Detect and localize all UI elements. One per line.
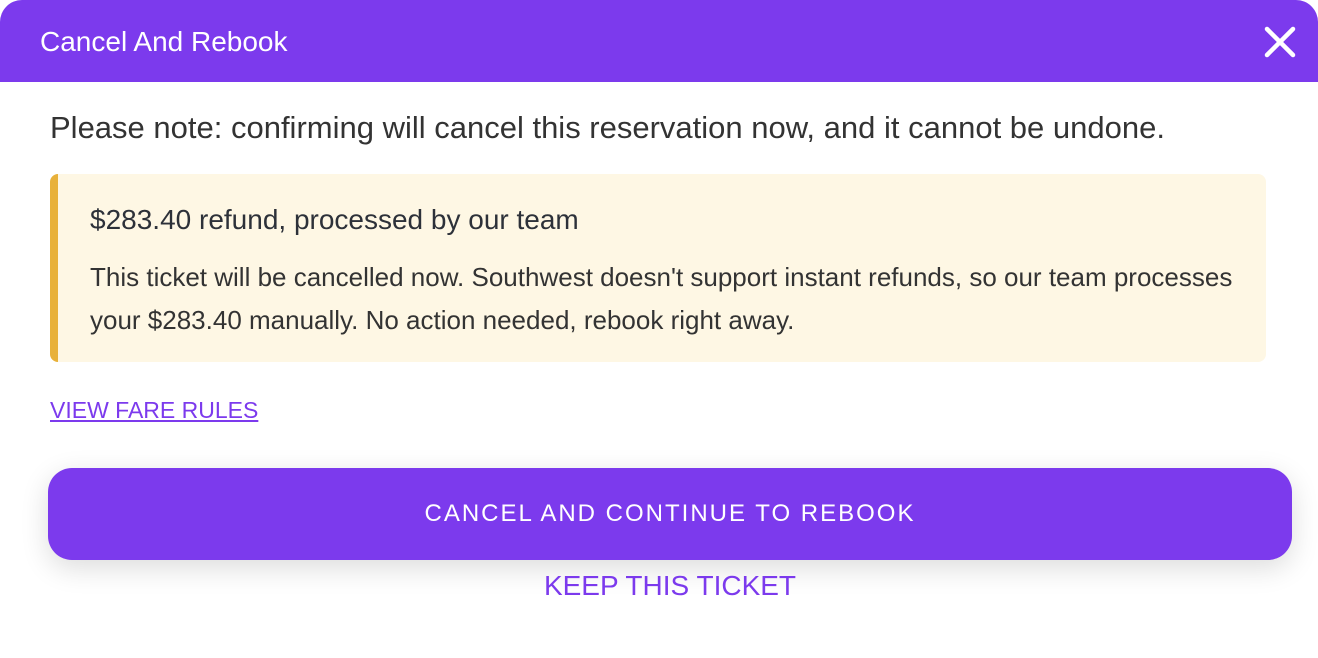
close-button[interactable] — [1258, 20, 1302, 64]
cancel-and-rebook-button[interactable]: CANCEL AND CONTINUE TO REBOOK — [48, 468, 1292, 560]
dialog-header: Cancel And Rebook — [0, 0, 1318, 82]
refund-notice-body: This ticket will be cancelled now. South… — [90, 262, 1233, 335]
view-fare-rules-link[interactable]: VIEW FARE RULES — [50, 395, 258, 425]
close-icon — [1264, 26, 1296, 58]
cancellation-warning: Please note: confirming will cancel this… — [50, 110, 1165, 145]
dialog-title: Cancel And Rebook — [40, 26, 288, 57]
refund-notice-accent — [50, 174, 58, 362]
refund-notice-title: $283.40 refund, processed by our team — [90, 204, 579, 235]
refund-notice: $283.40 refund, processed by our team Th… — [50, 174, 1266, 362]
cancel-rebook-dialog: Cancel And Rebook Please note: confirmin… — [0, 0, 1318, 658]
keep-ticket-button[interactable]: KEEP THIS TICKET — [470, 566, 870, 606]
